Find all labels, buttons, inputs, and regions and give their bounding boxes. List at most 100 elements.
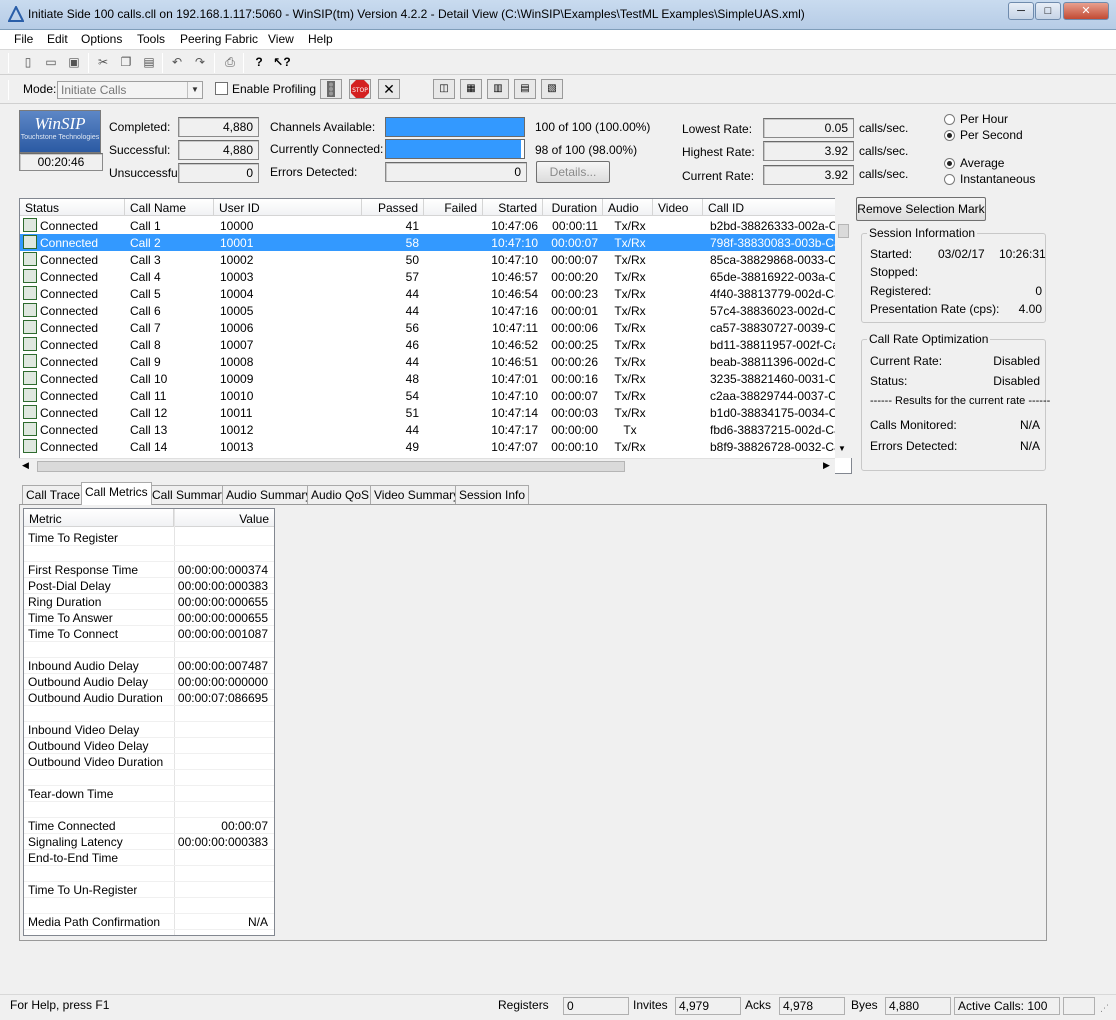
- menu-view[interactable]: View: [268, 32, 294, 46]
- metric-row[interactable]: End-to-End Time: [24, 850, 274, 866]
- metric-row[interactable]: [24, 642, 274, 658]
- tab-video-summary[interactable]: Video Summary: [370, 485, 464, 504]
- value-column-header[interactable]: Value: [174, 509, 274, 527]
- col-passed[interactable]: Passed: [362, 199, 424, 216]
- undo-icon[interactable]: ↶: [168, 53, 186, 71]
- tab-audio-summary[interactable]: Audio Summary: [222, 485, 316, 504]
- calls-list-vscroll[interactable]: ▼: [835, 198, 852, 458]
- col-failed[interactable]: Failed: [424, 199, 483, 216]
- table-row[interactable]: Connected Call 7 10006 56 10:47:11 00:00:06 Tx…: [20, 319, 836, 336]
- table-row[interactable]: Connected Call 13 10012 44 10:47:17 00:00:00 T…: [20, 421, 836, 438]
- save-icon[interactable]: ▣: [65, 53, 83, 71]
- metric-row[interactable]: Signaling Latency 00:00:00:000383: [24, 834, 274, 850]
- enable-profiling-checkbox[interactable]: [215, 82, 228, 95]
- col-video[interactable]: Video: [653, 199, 703, 216]
- table-row[interactable]: Connected Call 6 10005 44 10:47:16 00:00:01 Tx…: [20, 302, 836, 319]
- paste-icon[interactable]: ▤: [140, 53, 158, 71]
- hscroll-thumb[interactable]: [37, 461, 625, 472]
- table-row[interactable]: Connected Call 10 10009 48 10:47:01 00:00:16 T…: [20, 370, 836, 387]
- redo-icon[interactable]: ↷: [191, 53, 209, 71]
- metric-row[interactable]: [24, 546, 274, 562]
- close-button[interactable]: ✕: [1063, 2, 1109, 20]
- table-row[interactable]: Connected Call 12 10011 51 10:47:14 00:00:03 T…: [20, 404, 836, 421]
- view-flow-icon[interactable]: ▤: [514, 79, 536, 99]
- tab-call-trace[interactable]: Call Trace: [22, 485, 85, 504]
- col-call-id[interactable]: Call ID: [703, 199, 851, 216]
- per-second-radio[interactable]: [944, 130, 955, 141]
- metric-row[interactable]: [24, 898, 274, 914]
- view-detail-icon[interactable]: ▥: [487, 79, 509, 99]
- details-button[interactable]: Details...: [536, 161, 610, 183]
- table-row[interactable]: Connected Call 3 10002 50 10:47:10 00:00:07 Tx…: [20, 251, 836, 268]
- view-grid-icon[interactable]: ▦: [460, 79, 482, 99]
- help-icon[interactable]: ?: [250, 53, 268, 71]
- menu-peering-fabric[interactable]: Peering Fabric: [180, 32, 258, 46]
- calls-list-hscroll[interactable]: ◀ ▶: [19, 458, 835, 474]
- cut-icon[interactable]: ✂: [94, 53, 112, 71]
- cancel-icon[interactable]: ✕: [378, 79, 400, 99]
- tab-call-summary[interactable]: Call Summary: [148, 485, 232, 504]
- tab-call-metrics[interactable]: Call Metrics: [81, 482, 152, 505]
- chevron-down-icon[interactable]: ▼: [838, 444, 846, 453]
- vscroll-thumb[interactable]: [838, 224, 849, 238]
- metric-row[interactable]: Time To Answer 00:00:00:000655: [24, 610, 274, 626]
- metric-row[interactable]: Post-Dial Delay 00:00:00:000383: [24, 578, 274, 594]
- col-status[interactable]: Status: [20, 199, 125, 216]
- menu-file[interactable]: File: [14, 32, 33, 46]
- tab-audio-qos[interactable]: Audio QoS: [307, 485, 374, 504]
- metric-row[interactable]: Outbound Audio Duration 00:00:07:086695: [24, 690, 274, 706]
- open-folder-icon[interactable]: ▭: [42, 53, 60, 71]
- table-row[interactable]: Connected Call 5 10004 44 10:46:54 00:00:23 Tx…: [20, 285, 836, 302]
- metric-row[interactable]: Outbound Video Delay: [24, 738, 274, 754]
- metric-row[interactable]: [24, 802, 274, 818]
- menu-edit[interactable]: Edit: [47, 32, 68, 46]
- tab-session-info[interactable]: Session Info: [455, 485, 530, 504]
- average-radio[interactable]: [944, 158, 955, 169]
- new-file-icon[interactable]: ▯: [19, 53, 37, 71]
- metric-row[interactable]: [24, 866, 274, 882]
- table-row[interactable]: Connected Call 14 10013 49 10:47:07 00:00:10 T…: [20, 438, 836, 455]
- metric-row[interactable]: Time To Register: [24, 530, 274, 546]
- report-icon[interactable]: ▧: [541, 79, 563, 99]
- col-started[interactable]: Started: [483, 199, 543, 216]
- resize-grip-icon[interactable]: ⋰: [1100, 1003, 1109, 1014]
- metric-row[interactable]: Outbound Video Duration: [24, 754, 274, 770]
- col-duration[interactable]: Duration: [543, 199, 603, 216]
- context-help-icon[interactable]: ↖?: [273, 53, 291, 71]
- metric-row[interactable]: Time Connected 00:00:07: [24, 818, 274, 834]
- metric-row[interactable]: Time To Connect 00:00:00:001087: [24, 626, 274, 642]
- instantaneous-radio[interactable]: [944, 174, 955, 185]
- metric-column-header[interactable]: Metric: [24, 509, 174, 527]
- table-row[interactable]: Connected Call 1 10000 41 10:47:06 00:00:11 Tx…: [20, 217, 836, 234]
- remove-selection-mark-button[interactable]: Remove Selection Mark: [856, 197, 986, 221]
- metric-row[interactable]: [24, 770, 274, 786]
- stop-icon[interactable]: STOP: [349, 79, 371, 99]
- col-user-id[interactable]: User ID: [214, 199, 362, 216]
- table-row[interactable]: Connected Call 8 10007 46 10:46:52 00:00:25 Tx…: [20, 336, 836, 353]
- metric-row[interactable]: Inbound Video Delay: [24, 722, 274, 738]
- menu-options[interactable]: Options: [81, 32, 122, 46]
- metric-row[interactable]: Tear-down Time: [24, 786, 274, 802]
- metric-row[interactable]: Outbound Audio Delay 00:00:00:000000: [24, 674, 274, 690]
- col-audio[interactable]: Audio: [603, 199, 653, 216]
- chevron-right-icon[interactable]: ▶: [823, 460, 830, 471]
- chevron-down-icon[interactable]: ▼: [187, 82, 202, 98]
- metric-row[interactable]: Ring Duration 00:00:00:000655: [24, 594, 274, 610]
- per-hour-radio[interactable]: [944, 114, 955, 125]
- metric-row[interactable]: Time To Un-Register: [24, 882, 274, 898]
- table-row[interactable]: Connected Call 9 10008 44 10:46:51 00:00:26 Tx…: [20, 353, 836, 370]
- minimize-button[interactable]: ─: [1008, 2, 1034, 20]
- metric-row[interactable]: Inbound Audio Delay 00:00:00:007487: [24, 658, 274, 674]
- metric-row[interactable]: Media Path Confirmation N/A: [24, 914, 274, 930]
- chevron-left-icon[interactable]: ◀: [22, 460, 29, 471]
- metric-row[interactable]: First Response Time 00:00:00:000374: [24, 562, 274, 578]
- view-split-icon[interactable]: ◫: [433, 79, 455, 99]
- col-call-name[interactable]: Call Name: [125, 199, 214, 216]
- maximize-button[interactable]: □: [1035, 2, 1061, 20]
- traffic-light-icon[interactable]: [320, 79, 342, 99]
- menu-tools[interactable]: Tools: [137, 32, 165, 46]
- copy-icon[interactable]: ❐: [117, 53, 135, 71]
- metric-row[interactable]: [24, 706, 274, 722]
- print-icon[interactable]: ⎙: [221, 53, 239, 71]
- table-row[interactable]: Connected Call 4 10003 57 10:46:57 00:00:20 Tx…: [20, 268, 836, 285]
